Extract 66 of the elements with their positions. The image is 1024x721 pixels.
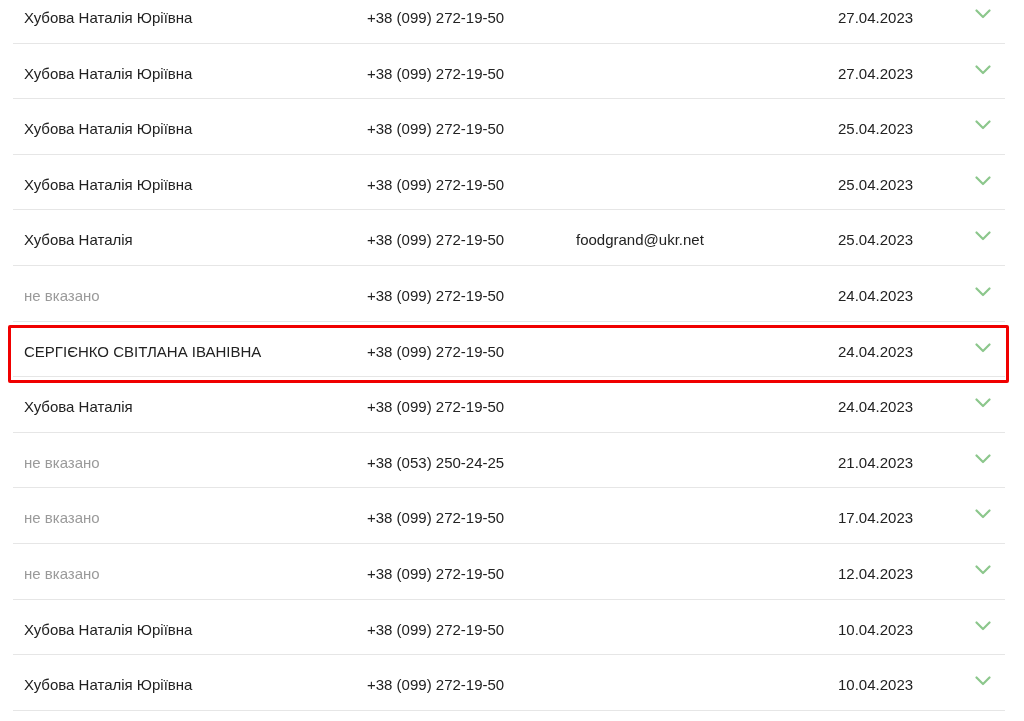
phone-number: +38 (099) 272-19-50 [367,397,505,418]
phone-number: +38 (099) 272-19-50 [367,341,505,362]
client-name: Хубова Наталія Юріївна [24,119,193,140]
table-row[interactable]: Хубова Наталія Юріївна +38 (099) 272-19-50 25.04.2023 [13,99,1005,155]
chevron-down-icon[interactable] [975,231,991,242]
phone-number: +38 (099) 272-19-50 [367,508,505,529]
date: 10.04.2023 [838,619,914,640]
chevron-down-icon[interactable] [975,620,991,631]
phone-number: +38 (099) 272-19-50 [367,230,505,251]
client-name: Хубова Наталія Юріївна [24,675,193,696]
table-row[interactable]: СЕРГІЄНКО СВІТЛАНА ІВАНІВНА +38 (099) 272-19-50 24.04.2023 [13,321,1005,378]
table-row[interactable]: не вказано +38 (099) 272-19-50 17.04.2023 [13,488,1005,544]
date: 12.04.2023 [838,563,914,584]
table-row[interactable]: Хубова Наталія Юріївна +38 (099) 272-19-50 10.04.2023 [13,655,1005,711]
missing-name-text: не вказано [24,285,100,306]
phone-number: +38 (099) 272-19-50 [367,8,505,28]
date: 27.04.2023 [838,63,914,84]
client-name: СЕРГІЄНКО СВІТЛАНА ІВАНІВНА [24,341,262,362]
client-name: Хубова Наталія Юріївна [24,174,193,195]
chevron-down-icon[interactable] [975,453,991,464]
chevron-down-icon[interactable] [975,676,991,687]
date: 24.04.2023 [838,285,914,306]
phone-number: +38 (099) 272-19-50 [367,619,505,640]
date: 24.04.2023 [838,397,914,418]
phone-number: +38 (099) 272-19-50 [367,563,505,584]
phone-number: +38 (099) 272-19-50 [367,675,505,696]
date: 25.04.2023 [838,174,914,195]
chevron-down-icon[interactable] [975,564,991,575]
chevron-down-icon[interactable] [975,398,991,409]
date: 27.04.2023 [838,8,914,28]
date: 24.04.2023 [838,341,914,362]
table-row[interactable]: Хубова Наталія Юріївна +38 (099) 272-19-50 25.04.2023 [13,154,1005,211]
table-row[interactable]: не вказано +38 (099) 272-19-50 24.04.2023 [13,265,1005,322]
client-name: Хубова Наталія [24,230,133,251]
table-row[interactable]: Хубова Наталія +38 (099) 272-19-50 foodgrand@ukr.net 25.04.2023 [13,210,1005,266]
table-row[interactable]: не вказано +38 (099) 272-19-50 12.04.2023 [13,543,1005,600]
chevron-down-icon[interactable] [975,342,991,353]
phone-number: +38 (053) 250-24-25 [367,452,505,473]
date: 10.04.2023 [838,675,914,696]
table-row[interactable]: Хубова Наталія Юріївна +38 (099) 272-19-50 27.04.2023 [13,0,1005,44]
missing-name-text: не вказано [24,563,100,584]
client-name: Хубова Наталія [24,397,133,418]
date: 21.04.2023 [838,452,914,473]
client-name: Хубова Наталія Юріївна [24,8,193,28]
chevron-down-icon[interactable] [975,175,991,186]
date: 17.04.2023 [838,508,914,529]
table-row[interactable]: Хубова Наталія +38 (099) 272-19-50 24.04.2023 [13,377,1005,433]
chevron-down-icon[interactable] [975,64,991,75]
date: 25.04.2023 [838,230,914,251]
phone-number: +38 (099) 272-19-50 [367,63,505,84]
email-address: foodgrand@ukr.net [576,230,704,251]
phone-number: +38 (099) 272-19-50 [367,119,505,140]
table-row[interactable]: Хубова Наталія Юріївна +38 (099) 272-19-50 10.04.2023 [13,599,1005,656]
table-row[interactable]: не вказано +38 (053) 250-24-25 21.04.2023 [13,432,1005,489]
chevron-down-icon[interactable] [975,286,991,297]
client-name: Хубова Наталія Юріївна [24,619,193,640]
table-row[interactable]: Хубова Наталія Юріївна +38 (099) 272-19-50 27.04.2023 [13,43,1005,100]
client-name: Хубова Наталія Юріївна [24,63,193,84]
phone-number: +38 (099) 272-19-50 [367,285,505,306]
date: 25.04.2023 [838,119,914,140]
missing-name-text: не вказано [24,452,100,473]
phone-number: +38 (099) 272-19-50 [367,174,505,195]
chevron-down-icon[interactable] [975,120,991,131]
chevron-down-icon[interactable] [975,509,991,520]
missing-name-text: не вказано [24,508,100,529]
chevron-down-icon[interactable] [975,9,991,19]
